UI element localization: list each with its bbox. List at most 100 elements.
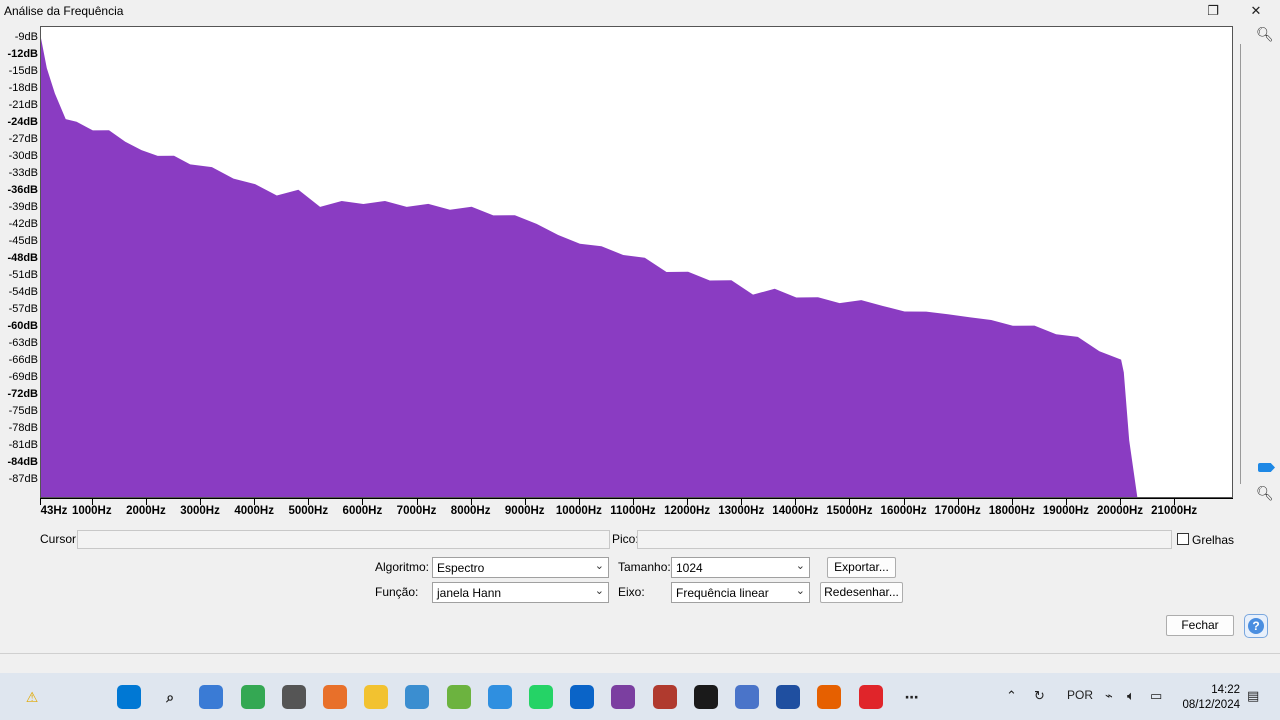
chevron-down-icon: ⌄ [594,560,604,572]
widgets-icon[interactable] [199,685,224,709]
grid-checkbox[interactable] [1177,533,1189,545]
whatsapp-icon[interactable] [529,685,553,709]
x-tick-label: 8000Hz [450,505,491,517]
x-tick-label: 17000Hz [934,505,981,517]
title-bar: Análise da Frequência ❐ ✕ [0,0,1280,22]
podcast-icon[interactable] [611,685,636,709]
x-tick-label: 12000Hz [664,505,711,517]
x-tick-label: 18000Hz [988,505,1035,517]
y-tick-label: -69dB [8,371,38,384]
x-tick-label: 15000Hz [826,505,873,517]
zoom-slider-track[interactable] [1240,44,1241,484]
y-tick-label: -78dB [8,422,38,435]
volume-icon[interactable]: 🔈︎ [1127,688,1135,704]
x-tick-label: 1000Hz [71,505,112,517]
zoom-out-icon[interactable]: 🔍︎ [1256,485,1274,502]
y-tick-label: -60dB [7,320,38,333]
firefox-icon[interactable] [817,685,842,709]
x-tick-label: 16000Hz [880,505,927,517]
x-tick-label: 11000Hz [610,505,656,517]
arc-icon[interactable] [776,685,801,709]
window-title: Análise da Frequência [4,4,124,18]
algorithm-label: Algoritmo: [375,560,430,574]
size-select[interactable]: 1024 ⌄ [671,557,810,578]
chevron-up-icon[interactable]: ⌃ [1006,688,1017,704]
x-tick-label: 10000Hz [555,505,602,517]
utorrent-icon[interactable] [446,685,471,709]
spectrum-plot[interactable] [40,26,1233,498]
y-tick-label: -48dB [7,252,38,265]
cursor-label: Cursor: [40,532,80,546]
language-indicator[interactable]: POR [1067,688,1093,702]
peak-field [637,530,1172,549]
help-button[interactable]: ? [1244,614,1268,638]
battery-icon[interactable]: ▭ [1150,688,1162,704]
x-tick-label: 3000Hz [180,505,220,517]
x-tick-label: 19000Hz [1042,505,1089,517]
wifi-icon[interactable]: ⌁ [1105,688,1113,704]
warning-icon[interactable]: ⚠ [20,685,44,709]
zoom-slider-thumb[interactable] [1258,463,1275,472]
spectrum-chart [41,38,1138,497]
outlook-icon[interactable] [570,685,595,709]
function-select[interactable]: janela Hann ⌄ [432,582,609,603]
y-tick-label: -54dB [8,286,38,299]
unknown-app-icon[interactable] [487,685,512,709]
x-tick-label: 20000Hz [1097,505,1144,517]
y-tick-label: -30dB [8,150,38,163]
more-icon[interactable]: ⋯ [900,685,924,709]
x-tick-label: 7000Hz [396,505,437,517]
clock-date: 08/12/2024 [1182,699,1240,711]
x-tick-label: 13000Hz [718,505,765,517]
close-button[interactable]: Fechar [1166,615,1234,636]
y-tick-label: -81dB [8,439,38,452]
x-tick-label: 21000Hz [1151,505,1198,517]
algorithm-select[interactable]: Espectro ⌄ [432,557,609,578]
x-tick-label: 2000Hz [126,505,166,517]
chevron-down-icon: ⌄ [795,560,805,572]
x-tick-label: 43Hz [40,505,68,517]
plane-icon[interactable] [735,685,759,709]
status-bar [0,653,1280,674]
y-tick-label: -57dB [8,303,38,316]
y-tick-label: -36dB [7,184,38,197]
y-tick-label: -18dB [8,82,38,95]
algorithm-value: Espectro [437,561,485,575]
spectrum-area [41,38,1138,497]
y-tick-label: -21dB [8,99,38,112]
sync-icon[interactable]: ↻ [1034,688,1045,704]
y-tick-label: -84dB [7,456,38,469]
calculator-icon[interactable] [281,685,306,709]
anydesk-icon[interactable] [858,685,883,709]
winrar-icon[interactable] [652,685,677,709]
y-tick-label: -66dB [8,354,38,367]
taskbar: ⚠ ⌕ ⋯ ⌃ ↻ POR ⌁ 🔈︎ ▭ 14:22 08/12/2024 ▤ [0,673,1280,720]
media-player-icon[interactable] [323,685,347,709]
grid-checkbox-label: Grelhas [1192,533,1235,547]
export-button[interactable]: Exportar... [827,557,896,578]
restore-icon[interactable]: ❐ [1193,0,1233,22]
y-tick-label: -42dB [8,218,38,231]
file-explorer-icon[interactable] [364,685,389,709]
notifications-icon[interactable]: ▤ [1247,688,1259,704]
audacity-icon[interactable] [693,685,718,709]
y-tick-label: -15dB [8,65,38,78]
y-tick-label: -51dB [8,269,38,282]
search-icon[interactable]: ⌕ [158,685,182,709]
redraw-button[interactable]: Redesenhar... [820,582,903,603]
clock[interactable]: 14:22 08/12/2024 [1182,683,1240,713]
zoom-in-icon[interactable]: 🔍︎ [1256,26,1274,43]
x-tick-label: 4000Hz [234,505,274,517]
chevron-down-icon: ⌄ [795,585,805,597]
x-tick-label: 9000Hz [504,505,545,517]
cursor-field [77,530,610,549]
start-icon[interactable] [117,685,141,709]
axis-select[interactable]: Frequência linear ⌄ [671,582,810,603]
size-label: Tamanho: [618,560,671,574]
close-icon[interactable]: ✕ [1236,0,1276,22]
y-tick-label: -63dB [8,337,38,350]
chevron-down-icon: ⌄ [594,585,604,597]
settings-app-icon[interactable] [405,685,430,709]
chrome-icon[interactable] [240,685,265,709]
x-tick-label: 5000Hz [288,505,329,517]
